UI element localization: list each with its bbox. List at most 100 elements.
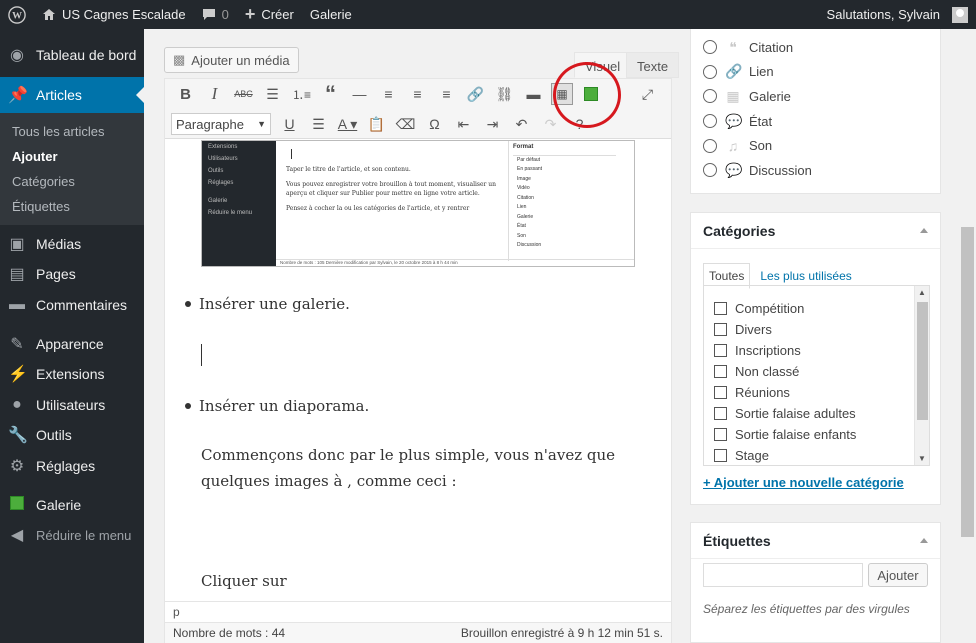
justify-button[interactable]: ☰	[304, 110, 333, 138]
submenu-all-articles[interactable]: Tous les articles	[0, 119, 144, 144]
indent-button[interactable]: ⇥	[478, 110, 507, 138]
collapse-menu-button[interactable]: ◀ Réduire le menu	[0, 521, 144, 549]
format-option[interactable]: ❝ Citation	[691, 35, 940, 60]
category-item[interactable]: Non classé	[704, 361, 929, 382]
add-tag-button[interactable]: Ajouter	[868, 563, 928, 587]
site-name-link[interactable]: US Cagnes Escalade	[34, 0, 194, 29]
category-checkbox[interactable]	[714, 365, 727, 378]
embedded-sidebar-item: Extensions	[208, 144, 238, 150]
category-item[interactable]: Divers	[704, 319, 929, 340]
outdent-button[interactable]: ⇤	[449, 110, 478, 138]
category-checkbox[interactable]	[714, 386, 727, 399]
sidebar-item-gallery[interactable]: Galerie	[0, 489, 144, 521]
sidebar-item-appearance[interactable]: ✎ Apparence	[0, 329, 144, 359]
comments-link[interactable]: 0	[194, 0, 237, 29]
text-color-button[interactable]: A ▾	[333, 110, 362, 138]
submenu-add[interactable]: Ajouter	[0, 144, 144, 169]
align-center-button[interactable]: ≡	[403, 80, 432, 108]
add-media-button[interactable]: ▩ Ajouter un média	[164, 47, 299, 73]
admin-bar: W US Cagnes Escalade 0 + Créer Galerie S…	[0, 0, 976, 29]
format-option[interactable]: 💬 Discussion	[691, 158, 940, 183]
sidebar-item-settings[interactable]: ⚙ Réglages	[0, 450, 144, 482]
format-options: ❝ Citation 🔗 Lien ▦ Galerie 💬 État ♫ Son 💬 Discussi…	[691, 29, 940, 183]
format-option-label: Son	[749, 138, 773, 154]
category-item[interactable]: Sortie falaise adultes	[704, 403, 929, 424]
strikethrough-button[interactable]: ABC	[229, 80, 258, 108]
insert-link-button[interactable]: 🔗	[461, 80, 490, 108]
sidebar-item-media[interactable]: ▣ Médias	[0, 229, 144, 259]
align-right-button[interactable]: ≡	[432, 80, 461, 108]
editor-content[interactable]: Extensions Utilisateurs Outils Réglages …	[165, 140, 671, 600]
articles-submenu: Tous les articles Ajouter Catégories Éti…	[0, 113, 144, 225]
add-category-link[interactable]: + Ajouter une nouvelle catégorie	[703, 475, 904, 490]
sidebar-item-dashboard[interactable]: ◉ Tableau de bord	[0, 37, 144, 73]
sidebar-item-label: Apparence	[36, 336, 104, 352]
gallery-admin-link[interactable]: Galerie	[302, 0, 360, 29]
bold-button[interactable]: B	[171, 80, 200, 108]
category-item[interactable]: Inscriptions	[704, 340, 929, 361]
page-scrollbar-thumb[interactable]	[961, 227, 974, 537]
align-left-button[interactable]: ≡	[374, 80, 403, 108]
category-checkbox[interactable]	[714, 407, 727, 420]
format-option[interactable]: 💬 État	[691, 109, 940, 134]
remove-link-button[interactable]: ⛓	[490, 80, 519, 108]
embedded-format-option: Par défaut	[517, 156, 541, 163]
category-item[interactable]: Réunions	[704, 382, 929, 403]
radio-button[interactable]	[703, 89, 717, 104]
sidebar-item-label: Pages	[36, 266, 76, 282]
format-option[interactable]: 🔗 Lien	[691, 60, 940, 85]
submenu-tags[interactable]: Étiquettes	[0, 194, 144, 219]
category-checkbox[interactable]	[714, 428, 727, 441]
sidebar-item-comments[interactable]: ▬ Commentaires	[0, 289, 144, 321]
tag-input[interactable]	[703, 563, 863, 587]
category-checkbox[interactable]	[714, 302, 727, 315]
format-option[interactable]: ♫ Son	[691, 133, 940, 158]
numbered-list-button[interactable]: ⒈≡	[287, 80, 316, 108]
bulleted-list-button[interactable]: ☰	[258, 80, 287, 108]
horizontal-line-button[interactable]: —	[345, 80, 374, 108]
radio-button[interactable]	[703, 114, 717, 129]
tab-text[interactable]: Texte	[626, 52, 680, 78]
sidebar-item-articles[interactable]: 📌 Articles	[0, 77, 144, 113]
category-checkbox[interactable]	[714, 344, 727, 357]
sidebar-item-users[interactable]: ● Utilisateurs	[0, 389, 144, 420]
distraction-free-button[interactable]: ⤢	[633, 80, 662, 108]
radio-button[interactable]	[703, 40, 717, 55]
category-scrollbar[interactable]: ▲ ▼	[914, 286, 929, 465]
italic-button[interactable]: I	[200, 80, 229, 108]
category-checkbox[interactable]	[714, 323, 727, 336]
radio-button[interactable]	[703, 138, 717, 153]
category-item[interactable]: Compétition	[704, 298, 929, 319]
special-character-button[interactable]: Ω	[420, 110, 449, 138]
paste-text-button[interactable]: 📋	[362, 110, 391, 138]
collapse-arrow-icon[interactable]	[920, 538, 928, 543]
category-checkbox[interactable]	[714, 449, 727, 462]
blockquote-button[interactable]: “	[316, 80, 345, 108]
account-menu[interactable]: Salutations, Sylvain	[819, 0, 976, 29]
read-more-button[interactable]: ▬	[519, 80, 548, 108]
clear-formatting-button[interactable]: ⌫	[391, 110, 420, 138]
sidebar-item-pages[interactable]: ▤ Pages	[0, 259, 144, 289]
sidebar-item-extensions[interactable]: ⚡ Extensions	[0, 359, 144, 389]
tags-header[interactable]: Étiquettes	[691, 523, 940, 559]
new-content-link[interactable]: + Créer	[237, 0, 302, 29]
page-scrollbar[interactable]	[959, 29, 976, 643]
format-option[interactable]: ▦ Galerie	[691, 84, 940, 109]
wordpress-logo-icon[interactable]: W	[0, 0, 34, 29]
scroll-down-icon[interactable]: ▼	[918, 454, 926, 463]
category-label: Sortie falaise adultes	[735, 406, 856, 421]
radio-button[interactable]	[703, 64, 717, 79]
embedded-format-option: Image	[517, 175, 531, 182]
collapse-arrow-icon[interactable]	[920, 228, 928, 233]
categories-header[interactable]: Catégories	[691, 213, 940, 249]
underline-button[interactable]: U	[275, 110, 304, 138]
submenu-categories[interactable]: Catégories	[0, 169, 144, 194]
category-item[interactable]: Stage	[704, 445, 929, 465]
scrollbar-thumb[interactable]	[917, 302, 928, 420]
undo-button[interactable]: ↶	[507, 110, 536, 138]
paragraph-format-select[interactable]: Paragraphe ▼	[171, 113, 271, 135]
radio-button[interactable]	[703, 163, 717, 178]
scroll-up-icon[interactable]: ▲	[918, 288, 926, 297]
category-item[interactable]: Sortie falaise enfants	[704, 424, 929, 445]
sidebar-item-tools[interactable]: 🔧 Outils	[0, 420, 144, 450]
